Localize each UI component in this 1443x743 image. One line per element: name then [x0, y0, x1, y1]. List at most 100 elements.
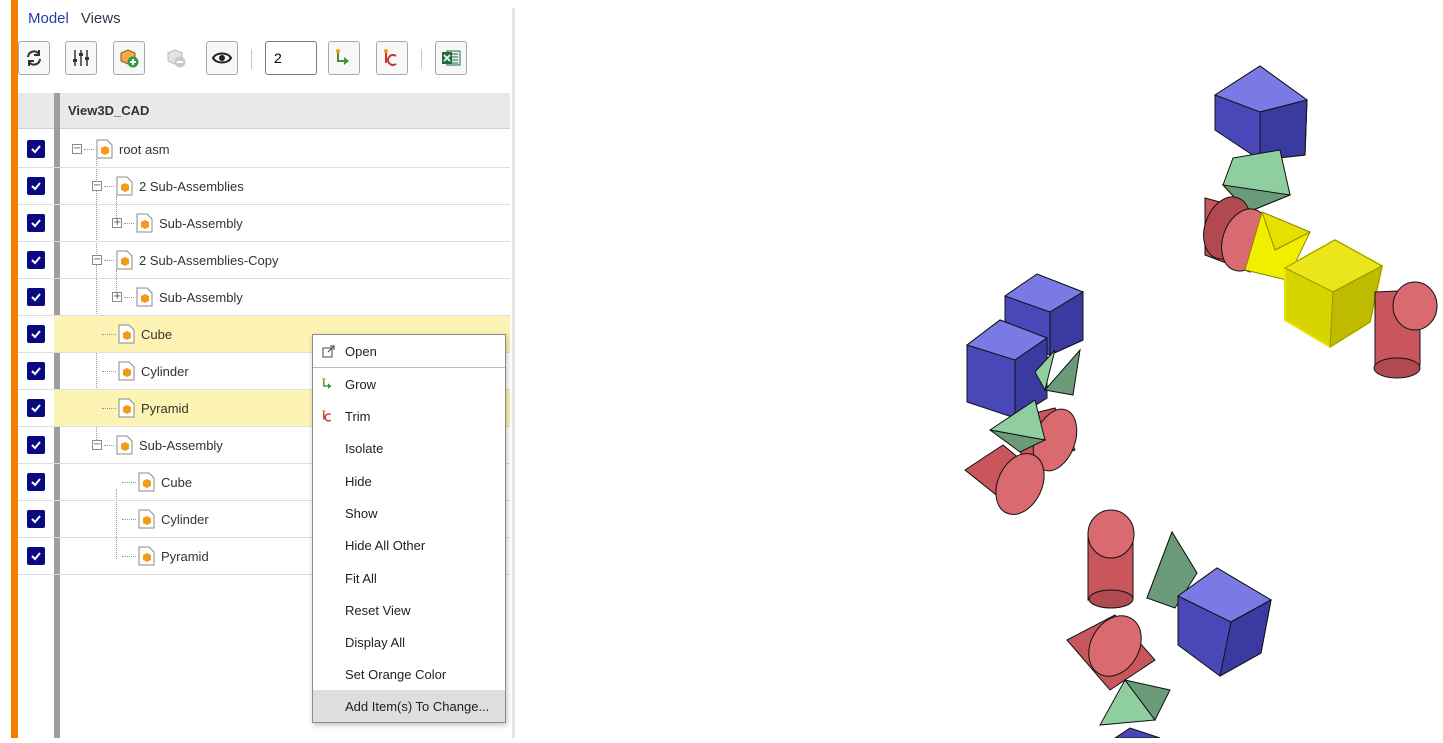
check-icon [27, 288, 45, 306]
row-checkbox[interactable] [18, 242, 54, 278]
open-external-icon [321, 344, 335, 358]
row-checkbox[interactable] [18, 390, 54, 426]
part-document-icon [138, 509, 155, 529]
grow-icon [336, 49, 349, 65]
part-document-icon [136, 287, 153, 307]
3d-viewport[interactable] [515, 0, 1443, 739]
row-checkbox[interactable] [18, 427, 54, 463]
tree-node: Pyramid [120, 538, 209, 574]
menu-item-hide-all-other[interactable]: Hide All Other [313, 529, 505, 561]
row-checkbox[interactable] [18, 464, 54, 500]
part-document-icon [118, 324, 135, 344]
part-document-icon [136, 213, 153, 233]
menu-item-add-items-to-change[interactable]: Add Item(s) To Change... [313, 690, 505, 722]
3d-scene[interactable] [515, 0, 1443, 739]
menu-item-set-orange-color[interactable]: Set Orange Color [313, 658, 505, 690]
check-icon [27, 251, 45, 269]
trim-button[interactable] [376, 41, 408, 75]
node-label: 2 Sub-Assemblies-Copy [139, 252, 279, 268]
check-icon [27, 473, 45, 491]
tree-row[interactable]: − 2 Sub-Assemblies-Copy [18, 242, 510, 279]
check-icon [27, 399, 45, 417]
check-icon [27, 177, 45, 195]
context-menu: Open Grow Trim Isolate Hide Show Hide Al… [312, 334, 506, 723]
grid-header: View3D_CAD [18, 93, 510, 129]
node-label: Cylinder [161, 511, 209, 527]
collapse-icon[interactable]: − [92, 440, 102, 450]
row-checkbox[interactable] [18, 316, 54, 352]
menu-item-grow[interactable]: Grow [313, 368, 505, 400]
tree-node: + Sub-Assembly [112, 279, 243, 315]
expand-level-input[interactable] [265, 41, 317, 75]
tree-row[interactable]: − 2 Sub-Assemblies [18, 168, 510, 205]
add-part-button[interactable] [113, 41, 145, 75]
check-icon [27, 140, 45, 158]
cube-shape[interactable] [1213, 65, 1309, 161]
row-checkbox[interactable] [18, 205, 54, 241]
check-icon [27, 436, 45, 454]
tab-model[interactable]: Model [28, 10, 69, 32]
cylinder-shape[interactable] [1087, 509, 1135, 609]
part-document-icon [116, 435, 133, 455]
tree-node: Cube [100, 316, 172, 352]
menu-item-hide[interactable]: Hide [313, 465, 505, 497]
menu-item-open[interactable]: Open [313, 335, 505, 367]
tree-row[interactable]: − root asm [18, 131, 510, 168]
collapse-icon[interactable]: − [92, 255, 102, 265]
grow-button[interactable] [328, 41, 360, 75]
menu-item-show[interactable]: Show [313, 497, 505, 529]
tree-row[interactable]: + Sub-Assembly [18, 279, 510, 316]
expand-icon[interactable]: + [112, 292, 122, 302]
check-icon [27, 325, 45, 343]
row-checkbox[interactable] [18, 131, 54, 167]
remove-part-button[interactable] [160, 41, 192, 75]
cylinder-shape[interactable] [1066, 606, 1156, 691]
accent-bar [11, 0, 18, 738]
menu-item-fit-all[interactable]: Fit All [313, 562, 505, 594]
trim-icon [384, 49, 397, 66]
node-label: Pyramid [141, 400, 189, 416]
menu-item-reset-view[interactable]: Reset View [313, 594, 505, 626]
row-checkbox[interactable] [18, 279, 54, 315]
part-document-icon [116, 250, 133, 270]
cube-shape[interactable] [1177, 567, 1273, 677]
tree-node: − 2 Sub-Assemblies [92, 168, 244, 204]
settings-button[interactable] [65, 41, 97, 75]
check-icon [27, 547, 45, 565]
collapse-icon[interactable]: − [72, 144, 82, 154]
tree-node: + Sub-Assembly [112, 205, 243, 241]
row-checkbox[interactable] [18, 353, 54, 389]
node-label: Sub-Assembly [139, 437, 223, 453]
tree-node: − Sub-Assembly [92, 427, 223, 463]
part-document-icon [118, 398, 135, 418]
tab-views[interactable]: Views [81, 10, 121, 32]
panel-tabs: Model Views [28, 10, 121, 32]
grow-icon [321, 377, 335, 391]
collapse-icon[interactable]: − [92, 181, 102, 191]
refresh-button[interactable] [18, 41, 50, 75]
row-checkbox[interactable] [18, 168, 54, 204]
check-icon [27, 362, 45, 380]
highlighted-cube-shape[interactable] [1283, 238, 1384, 349]
toolbar-separator [421, 49, 422, 69]
part-document-icon [96, 139, 113, 159]
menu-item-display-all[interactable]: Display All [313, 626, 505, 658]
row-checkbox[interactable] [18, 538, 54, 574]
visibility-button[interactable] [206, 41, 238, 75]
row-checkbox[interactable] [18, 501, 54, 537]
export-excel-button[interactable] [435, 41, 467, 75]
check-icon [27, 510, 45, 528]
tree-node: Cube [120, 464, 192, 500]
part-document-icon [138, 472, 155, 492]
tree-node: Pyramid [100, 390, 189, 426]
expand-icon[interactable]: + [112, 218, 122, 228]
menu-item-isolate[interactable]: Isolate [313, 432, 505, 464]
add-part-icon [120, 49, 139, 68]
check-icon [27, 214, 45, 232]
cylinder-shape[interactable] [1373, 281, 1438, 379]
tree-node: − 2 Sub-Assemblies-Copy [92, 242, 278, 278]
tree-row[interactable]: + Sub-Assembly [18, 205, 510, 242]
menu-item-trim[interactable]: Trim [313, 400, 505, 432]
tree-node: Cylinder [100, 353, 189, 389]
node-label: Cylinder [141, 363, 189, 379]
